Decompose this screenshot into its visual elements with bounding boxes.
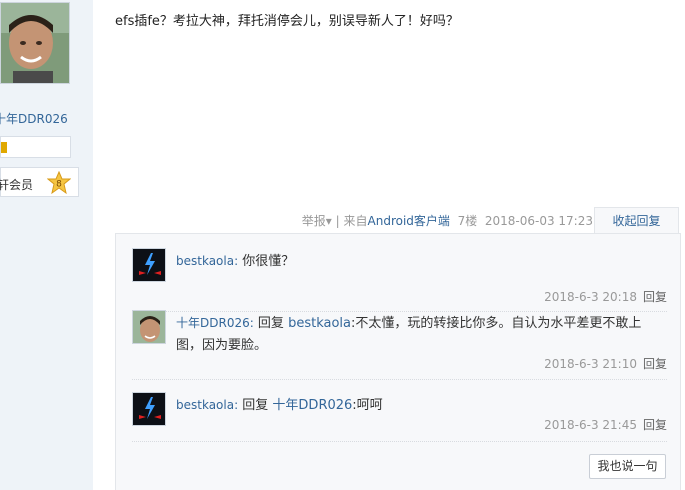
rank-number: 8 [56,180,62,190]
person-photo-icon [133,311,165,343]
person-photo-icon [1,3,69,83]
from-prefix: 来自 [343,214,368,228]
reply-item: bestkaola: 你很懂？ 2018-6-3 20:18 回复 [132,248,667,312]
reply-avatar[interactable] [132,310,166,344]
reply-target-user[interactable]: bestkaola [288,316,351,331]
post-meta-bar: 举报▾ | 来自Android客户端 7楼 2018-06-03 17:23 收… [93,207,685,235]
reply-button[interactable]: 回复 [643,357,667,371]
reply-content: bestkaola: 你很懂？ [176,250,666,273]
reply-box: bestkaola: 你很懂？ 2018-6-3 20:18 回复 十年DDR02… [115,233,681,490]
reply-username[interactable]: 十年DDR026: [176,316,254,330]
author-sidebar: 十年DDR026 轩会员 8 [0,0,93,490]
dark-eyes-logo-icon [133,249,165,281]
level-icon [1,142,7,153]
reply-time: 2018-6-3 20:18 [544,290,637,304]
reply-button[interactable]: 回复 [643,290,667,304]
reply-avatar[interactable] [132,392,166,426]
say-something-button[interactable]: 我也说一句 [589,454,666,479]
rank-star-icon: 8 [47,171,71,195]
rank-box: 轩会员 8 [0,167,79,197]
dark-eyes-logo-icon [133,393,165,425]
author-avatar[interactable] [0,2,70,84]
reply-text: :呵呵 [352,398,383,413]
reply-meta: 2018-6-3 21:10 回复 [544,355,667,372]
client-link[interactable]: Android客户端 [368,214,450,228]
reply-item: bestkaola: 回复 十年DDR026:呵呵 2018-6-3 21:45… [132,392,667,442]
reply-meta: 2018-6-3 20:18 回复 [544,288,667,305]
level-badge [0,136,71,158]
reply-username[interactable]: bestkaola: [176,254,238,268]
reply-word: 回复 [257,316,284,331]
floor-number: 7楼 [457,214,478,228]
post-content: efs插fe？考拉大神，拜托消停会儿，别误导新人了！好吗？ [115,14,459,29]
reply-avatar[interactable] [132,248,166,282]
report-link[interactable]: 举报 [302,214,326,228]
reply-item: 十年DDR026: 回复 bestkaola:不太懂，玩的转接比你多。自认为水平… [132,310,667,380]
post-meta: 举报▾ | 来自Android客户端 7楼 2018-06-03 17:23 [302,212,593,229]
meta-separator: | [335,214,340,228]
post-datetime: 2018-06-03 17:23 [484,214,593,228]
rank-label: 轩会员 [0,178,34,192]
reply-time: 2018-6-3 21:10 [544,357,637,371]
collapse-replies-button[interactable]: 收起回复 [594,207,679,235]
reply-button[interactable]: 回复 [643,418,667,432]
reply-content: 十年DDR026: 回复 bestkaola:不太懂，玩的转接比你多。自认为水平… [176,312,666,357]
author-name-link[interactable]: 十年DDR026 [0,110,68,127]
reply-word: 回复 [242,398,269,413]
report-dropdown-icon[interactable]: ▾ [326,214,332,228]
reply-text: 你很懂？ [242,254,295,269]
reply-content: bestkaola: 回复 十年DDR026:呵呵 [176,394,666,417]
reply-meta: 2018-6-3 21:45 回复 [544,416,667,433]
reply-target-user[interactable]: 十年DDR026 [272,398,352,413]
reply-time: 2018-6-3 21:45 [544,418,637,432]
reply-username[interactable]: bestkaola: [176,398,238,412]
